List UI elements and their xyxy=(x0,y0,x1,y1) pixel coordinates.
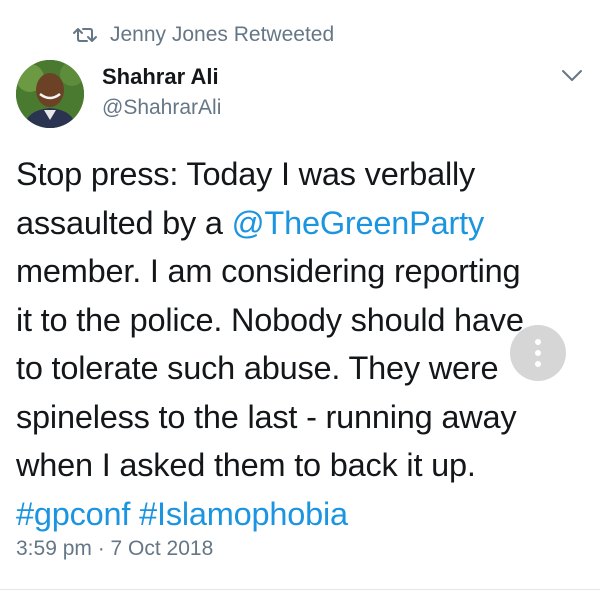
tweet-line: when I asked them to back it up. xyxy=(16,441,586,490)
hashtag-link-gpconf[interactable]: #gpconf xyxy=(16,496,130,532)
tweet-text: Stop press: Today I was verbally assault… xyxy=(16,150,586,538)
dot-icon xyxy=(535,339,541,345)
more-options-button[interactable] xyxy=(510,325,566,381)
tweet-text-segment: Stop press: Today I was verbally xyxy=(16,156,476,192)
author-handle[interactable]: @ShahrarAli xyxy=(102,96,221,120)
tweet-text-segment: member. I am considering reporting xyxy=(16,253,521,289)
tweet-line: Stop press: Today I was verbally xyxy=(16,150,586,199)
dot-icon xyxy=(535,350,541,356)
tweet-line: assaulted by a @TheGreenParty xyxy=(16,199,586,248)
tweet-text-segment: to tolerate such abuse. They were xyxy=(16,350,499,386)
tweet-text-segment: when I asked them to back it up. xyxy=(16,447,476,483)
dot-icon xyxy=(535,361,541,367)
avatar[interactable] xyxy=(16,60,84,128)
chevron-down-icon[interactable] xyxy=(558,62,586,90)
retweet-label: Jenny Jones Retweeted xyxy=(110,23,335,46)
tweet-line: spineless to the last - running away xyxy=(16,393,586,442)
author-name[interactable]: Shahrar Ali xyxy=(102,64,219,90)
retweet-icon xyxy=(72,25,98,45)
tweet-line: member. I am considering reporting xyxy=(16,247,586,296)
mention-link[interactable]: @TheGreenParty xyxy=(232,205,485,241)
hashtag-link-islamophobia[interactable]: #Islamophobia xyxy=(139,496,348,532)
tweet-timestamp[interactable]: 3:59 pm · 7 Oct 2018 xyxy=(16,537,213,561)
tweet-text-segment: it to the police. Nobody should have xyxy=(16,301,524,338)
retweet-context[interactable]: Jenny Jones Retweeted xyxy=(72,22,334,48)
tweet-line: to tolerate such abuse. They were xyxy=(16,344,586,393)
tweet-line: it to the police. Nobody should have xyxy=(16,296,586,345)
divider xyxy=(0,589,600,590)
tweet-text-segment xyxy=(130,496,139,532)
tweet-text-segment: spineless to the last - running away xyxy=(16,398,517,435)
tweet-text-segment: assaulted by a xyxy=(16,204,232,241)
tweet-line: #gpconf #Islamophobia xyxy=(16,490,586,539)
